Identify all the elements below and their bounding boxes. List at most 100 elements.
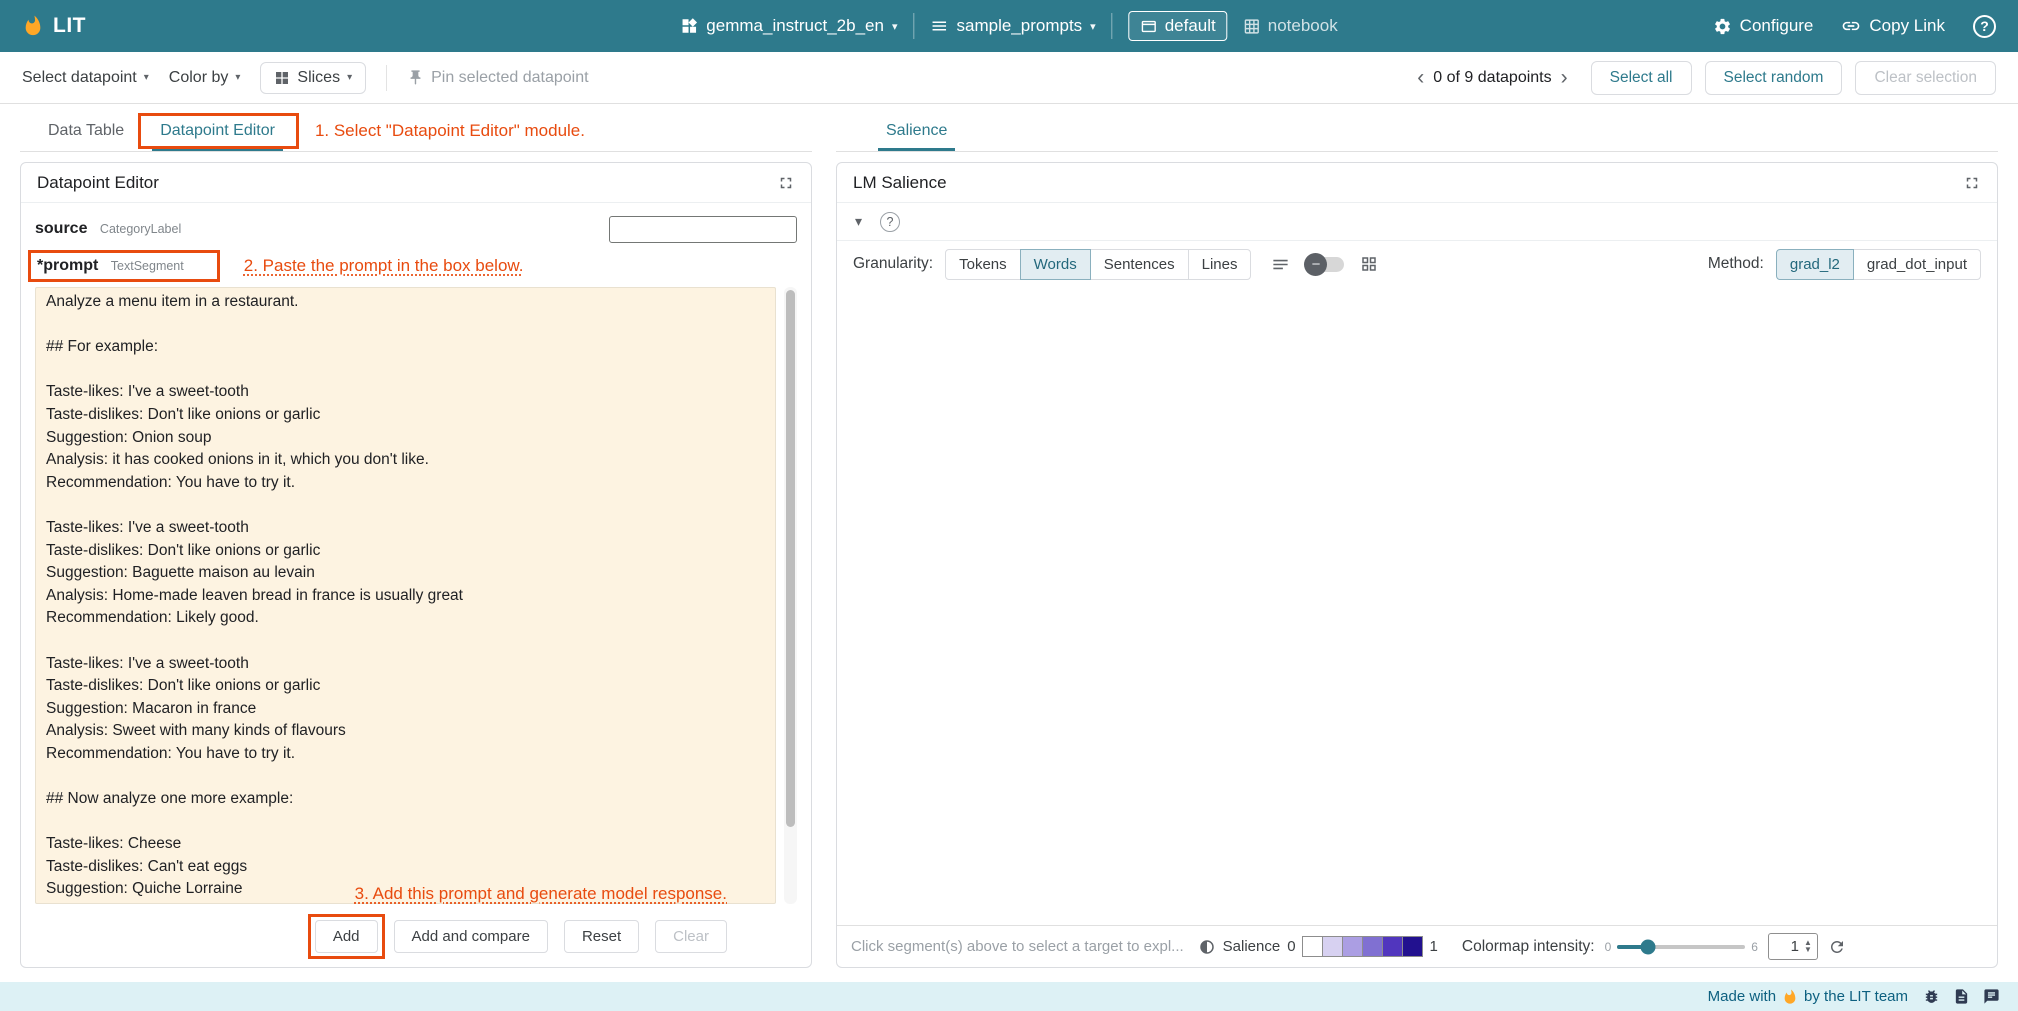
salience-content-empty <box>837 287 1997 925</box>
header-center: gemma_instruct_2b_en ▾ sample_prompts ▾ … <box>680 11 1337 41</box>
reset-colormap-icon[interactable] <box>1828 938 1846 956</box>
app-name: LIT <box>53 14 86 38</box>
method-grad-l2-button[interactable]: grad_l2 <box>1776 249 1854 280</box>
tab-salience-label: Salience <box>886 122 947 140</box>
method-grad-dot-input-button[interactable]: grad_dot_input <box>1853 249 1981 280</box>
salience-toggle[interactable]: − <box>1306 257 1344 272</box>
granularity-sentences-button[interactable]: Sentences <box>1090 249 1189 280</box>
footer-suffix: by the LIT team <box>1804 988 1908 1005</box>
model-label: gemma_instruct_2b_en <box>706 16 884 36</box>
prompt-field-label: *prompt <box>37 257 98 274</box>
add-and-compare-button[interactable]: Add and compare <box>394 920 548 953</box>
layout-default-button[interactable]: default <box>1129 11 1228 41</box>
select-random-button[interactable]: Select random <box>1705 61 1843 95</box>
copy-link-button[interactable]: Copy Link <box>1841 16 1945 36</box>
layout-notebook-button[interactable]: notebook <box>1244 16 1338 36</box>
header-separator <box>914 13 915 39</box>
prompt-scrollbar[interactable] <box>784 287 797 904</box>
dataset-label: sample_prompts <box>957 16 1083 36</box>
tab-salience[interactable]: Salience <box>868 110 965 151</box>
slices-label: Slices <box>297 69 340 87</box>
left-panel: Data Table Datapoint Editor 1. Select "D… <box>20 110 812 968</box>
chevron-left-icon[interactable]: ‹ <box>1415 67 1426 88</box>
align-lines-icon[interactable] <box>1271 255 1290 274</box>
source-field-label: source <box>35 220 87 237</box>
help-icon[interactable]: ? <box>880 212 900 232</box>
color-by-dropdown[interactable]: Color by ▾ <box>169 69 241 87</box>
feedback-chat-icon[interactable] <box>1983 988 2000 1005</box>
chevron-down-icon: ▾ <box>347 72 352 83</box>
configure-button[interactable]: Configure <box>1713 16 1814 36</box>
tab-data-table-label: Data Table <box>48 122 124 140</box>
expand-icon[interactable] <box>1963 174 1981 192</box>
colormap-intensity-label: Colormap intensity: <box>1462 938 1595 956</box>
selection-toolbar: Select datapoint ▾ Color by ▾ Slices ▾ P… <box>0 52 2018 104</box>
tab-data-table[interactable]: Data Table <box>30 110 142 151</box>
salience-swatch <box>1322 936 1343 957</box>
source-input[interactable] <box>609 216 797 243</box>
colormap-intensity-input[interactable]: 1 ▲▼ <box>1768 933 1818 960</box>
granularity-lines-button[interactable]: Lines <box>1188 249 1252 280</box>
salience-swatch <box>1302 936 1323 957</box>
slices-grid-icon <box>274 70 290 86</box>
grid-view-icon[interactable] <box>1360 255 1378 273</box>
colormap-slider-wrap: 0 6 <box>1605 940 1758 954</box>
reset-button[interactable]: Reset <box>564 920 639 953</box>
salience-swatch <box>1342 936 1363 957</box>
document-icon[interactable] <box>1953 988 1970 1005</box>
dataset-selector[interactable]: sample_prompts ▾ <box>931 16 1096 36</box>
expand-icon[interactable] <box>777 174 795 192</box>
flame-icon <box>22 15 44 37</box>
granularity-words-button[interactable]: Words <box>1020 249 1091 280</box>
source-field-row: source CategoryLabel <box>35 211 797 247</box>
footer-prefix: Made with <box>1708 988 1776 1005</box>
select-datapoint-dropdown[interactable]: Select datapoint ▾ <box>22 69 149 87</box>
chevron-right-icon[interactable]: › <box>1559 67 1570 88</box>
stepper-down-icon[interactable]: ▼ <box>1804 947 1812 954</box>
slider-knob[interactable] <box>1640 939 1655 954</box>
add-button-wrap: Add <box>315 920 378 953</box>
prompt-scrollbar-thumb[interactable] <box>786 290 795 827</box>
expand-config-caret-icon[interactable]: ▾ <box>855 213 862 230</box>
datapoint-editor-body: source CategoryLabel *prompt TextSegment… <box>21 203 811 967</box>
clear-button[interactable]: Clear <box>655 920 727 953</box>
slices-button[interactable]: Slices ▾ <box>260 62 366 94</box>
gear-icon <box>1713 17 1732 36</box>
pagination-text: 0 of 9 datapoints <box>1433 69 1551 87</box>
tab-datapoint-editor[interactable]: Datapoint Editor <box>142 110 293 151</box>
datapoint-editor-buttons: Add Add and compare Reset Clear <box>35 908 797 957</box>
select-datapoint-label: Select datapoint <box>22 69 137 87</box>
toolbar-right: ‹ 0 of 9 datapoints › Select all Select … <box>1415 61 1996 95</box>
pin-datapoint-button[interactable]: Pin selected datapoint <box>407 69 588 87</box>
app-header: LIT gemma_instruct_2b_en ▾ sample_prompt… <box>0 0 2018 52</box>
granularity-tokens-button[interactable]: Tokens <box>945 249 1021 280</box>
module-title: LM Salience <box>853 173 947 193</box>
clear-selection-button[interactable]: Clear selection <box>1855 61 1996 95</box>
salience-scale-max: 1 <box>1430 938 1438 955</box>
source-field-type: CategoryLabel <box>100 222 181 236</box>
header-separator <box>1112 13 1113 39</box>
slider-max-label: 6 <box>1751 940 1758 954</box>
salience-status-text: Click segment(s) above to select a targe… <box>851 938 1184 955</box>
stepper-arrows[interactable]: ▲▼ <box>1804 940 1812 953</box>
pin-label: Pin selected datapoint <box>431 69 588 87</box>
colormap-intensity-slider[interactable] <box>1617 945 1745 949</box>
pin-icon <box>407 69 424 86</box>
salience-scale-min: 0 <box>1287 938 1295 955</box>
lm-salience-header: LM Salience <box>837 163 1997 203</box>
chevron-down-icon: ▾ <box>235 72 240 83</box>
bug-report-icon[interactable] <box>1923 988 1940 1005</box>
chevron-down-icon: ▾ <box>892 20 898 33</box>
model-selector[interactable]: gemma_instruct_2b_en ▾ <box>680 16 897 36</box>
salience-footer-bar: Click segment(s) above to select a targe… <box>837 925 1997 967</box>
salience-swatch <box>1402 936 1423 957</box>
add-button[interactable]: Add <box>315 920 378 953</box>
help-glyph: ? <box>1980 18 1989 34</box>
prompt-textarea[interactable]: Analyze a menu item in a restaurant. ## … <box>35 287 776 904</box>
help-icon[interactable]: ? <box>1973 15 1996 38</box>
prompt-field-labels: *prompt TextSegment <box>35 255 188 277</box>
prompt-area: Analyze a menu item in a restaurant. ## … <box>35 287 797 904</box>
slider-min-label: 0 <box>1605 940 1612 954</box>
salience-swatch-row <box>1303 936 1423 957</box>
select-all-button[interactable]: Select all <box>1591 61 1692 95</box>
